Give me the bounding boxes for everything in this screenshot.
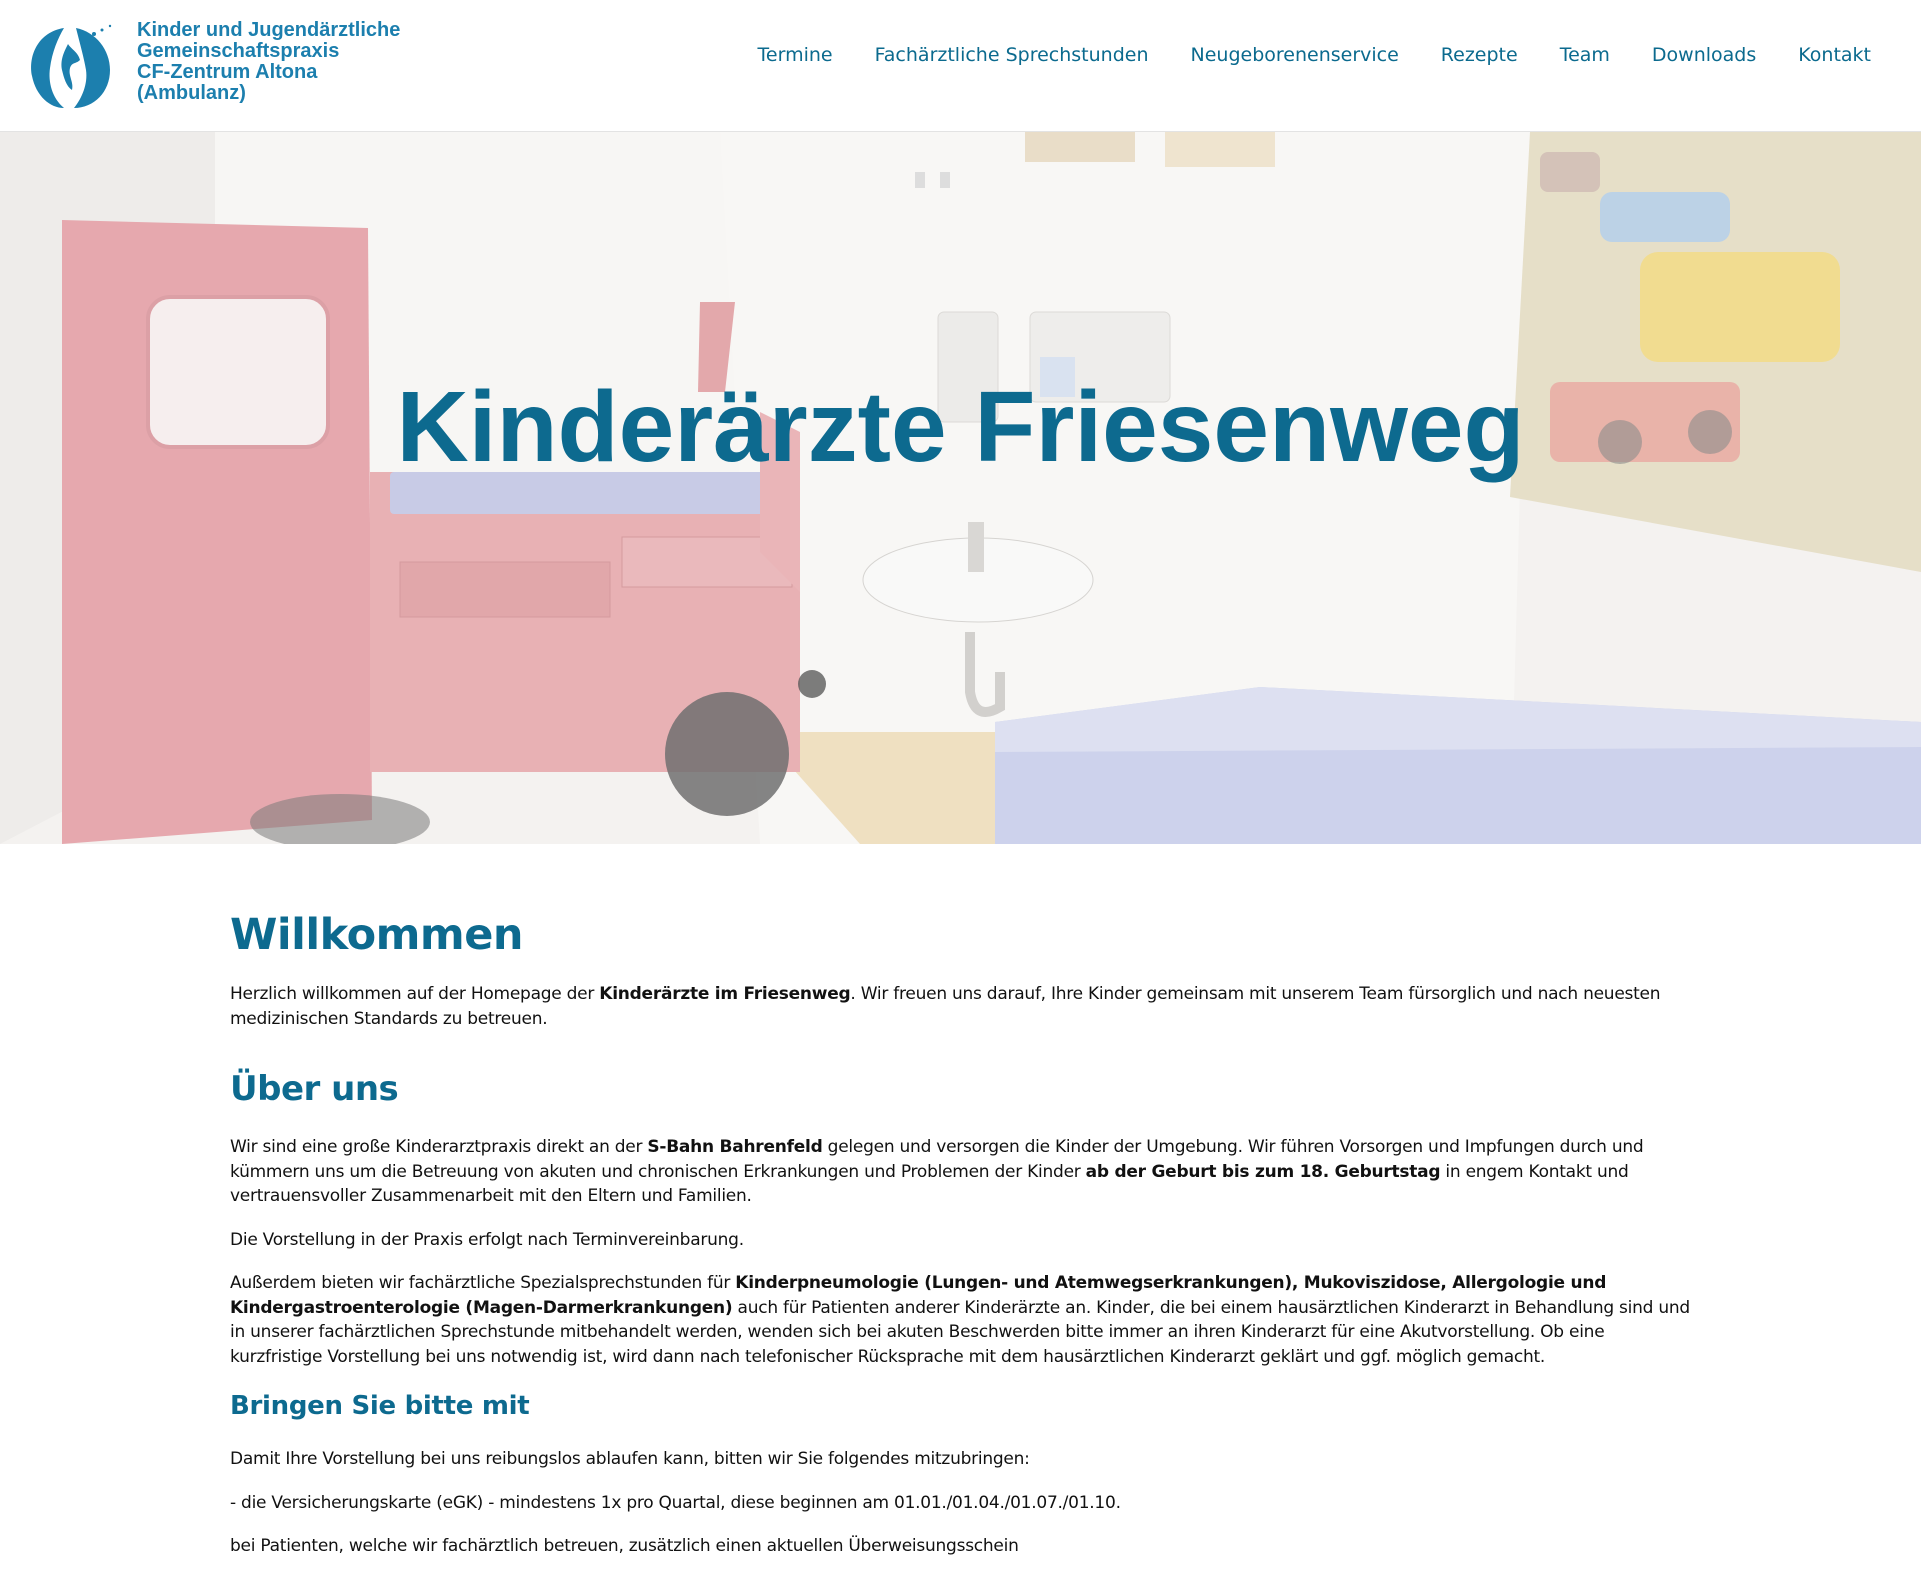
logo-globe-icon	[30, 24, 112, 110]
nav-neugeborenenservice[interactable]: Neugeborenenservice	[1191, 44, 1399, 66]
about-heading: Über uns	[230, 1069, 399, 1109]
hero-title: Kinderärzte Friesenweg	[396, 371, 1525, 483]
bring-paragraph-2: - die Versicherungskarte (eGK) - mindest…	[230, 1492, 1121, 1513]
logo-line-2: Gemeinschaftspraxis	[137, 40, 340, 62]
welcome-paragraph: Herzlich willkommen auf der Homepage der…	[230, 984, 1661, 1029]
hero-background-image	[0, 132, 1921, 844]
bring-paragraph-1: Damit Ihre Vorstellung bei uns reibungsl…	[230, 1449, 1030, 1469]
nav-team[interactable]: Team	[1560, 44, 1610, 66]
welcome-heading: Willkommen	[230, 910, 524, 960]
nav-rezepte[interactable]: Rezepte	[1441, 44, 1518, 66]
nav-fachaerztliche-sprechstunden[interactable]: Fachärztliche Sprechstunden	[875, 44, 1149, 66]
bring-heading: Bringen Sie bitte mit	[230, 1391, 530, 1421]
nav-termine[interactable]: Termine	[758, 44, 833, 66]
logo-line-1: Kinder und Jugendärztliche	[137, 19, 401, 41]
logo-line-3: CF-Zentrum Altona	[137, 61, 318, 83]
nav-downloads[interactable]: Downloads	[1652, 44, 1756, 66]
main-nav: Termine Fachärztliche Sprechstunden Neug…	[716, 44, 1871, 66]
nav-kontakt[interactable]: Kontakt	[1798, 44, 1871, 66]
about-paragraph-1: Wir sind eine große Kinderarztpraxis dir…	[230, 1137, 1644, 1206]
logo[interactable]: Kinder und Jugendärztliche Gemeinschafts…	[24, 16, 404, 116]
hero-banner: Kinderärzte Friesenweg	[0, 132, 1921, 844]
logo-line-4: (Ambulanz)	[137, 82, 246, 104]
about-paragraph-2: Die Vorstellung in der Praxis erfolgt na…	[230, 1229, 744, 1250]
main-content: Willkommen Herzlich willkommen auf der H…	[230, 910, 1690, 1570]
site-header: Kinder und Jugendärztliche Gemeinschafts…	[0, 0, 1921, 132]
about-paragraph-3: Außerdem bieten wir fachärztliche Spezia…	[230, 1273, 1690, 1367]
logo-text: Kinder und Jugendärztliche Gemeinschafts…	[137, 20, 400, 104]
bring-paragraph-3: bei Patienten, welche wir fachärztlich b…	[230, 1536, 1019, 1556]
